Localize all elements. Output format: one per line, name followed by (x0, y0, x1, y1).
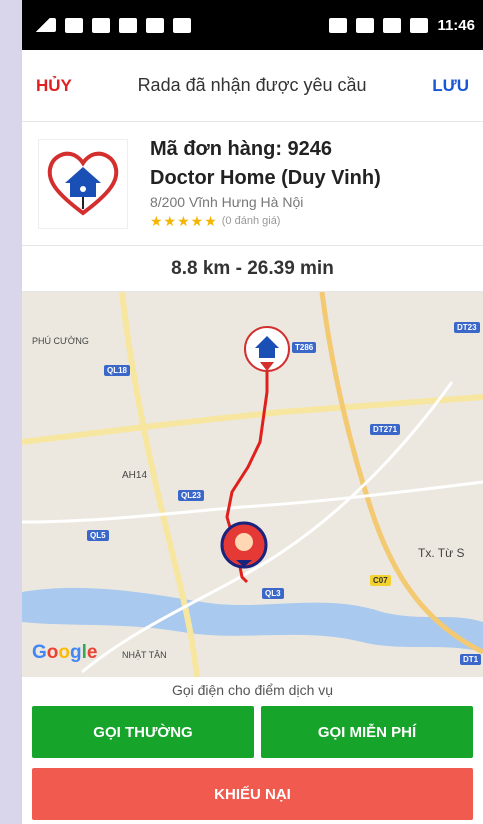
place-label: PHÚ CƯỜNG (32, 336, 89, 346)
notification-icon (65, 17, 83, 33)
star-icons: ★★★★★ (150, 212, 218, 229)
road-label-ql3: QL3 (262, 588, 284, 599)
sync-icon (356, 17, 375, 33)
road-label-ql5: QL5 (87, 530, 109, 541)
free-call-button[interactable]: GỌI MIỄN PHÍ (261, 706, 473, 758)
phone-screen: 11:46 HỦY Rada đã nhận được yêu cầu LƯU … (22, 0, 483, 824)
call-buttons: GỌI THƯỜNG GỌI MIỄN PHÍ (32, 706, 473, 760)
complaint-button[interactable]: KHIẾU NẠI (32, 768, 473, 820)
app-icon (92, 17, 110, 33)
location-icon (329, 17, 348, 33)
store-rating: ★★★★★ (0 đánh giá) (150, 213, 381, 230)
facebook-icon (119, 17, 137, 33)
map-view[interactable]: T286 DT23 QL18 DT271 QL23 QL5 QL3 C07 DT… (22, 292, 483, 677)
store-logo (38, 138, 128, 229)
normal-call-button[interactable]: GỌI THƯỜNG (32, 706, 254, 758)
heart-house-icon (47, 151, 119, 215)
road-label-t286: T286 (292, 342, 317, 353)
store-name: Doctor Home (Duy Vinh) (150, 166, 381, 189)
place-label: Tx. Từ S (418, 546, 465, 560)
user-location-marker[interactable] (220, 521, 268, 569)
road-label-dt23: DT23 (454, 322, 480, 333)
road-label-ql18: QL18 (104, 365, 131, 376)
image-icon (173, 17, 191, 33)
top-bar: HỦY Rada đã nhận được yêu cầu LƯU (22, 50, 483, 122)
road-label-ah14: AH14 (122, 470, 148, 481)
google-logo: Google (32, 642, 98, 663)
wifi-icon (383, 17, 402, 33)
road-label-ql23: QL23 (178, 490, 205, 501)
status-bar: 11:46 (22, 0, 483, 50)
rating-count: (0 đánh giá) (221, 215, 281, 227)
road-label-dt271: DT271 (370, 424, 401, 435)
road-label-c07: C07 (370, 575, 391, 586)
battery-icon (410, 17, 429, 33)
order-code: Mã đơn hàng: 9246 (150, 137, 333, 160)
destination-marker[interactable] (244, 326, 290, 372)
twitter-icon (146, 17, 164, 33)
save-button[interactable]: LƯU (432, 76, 469, 96)
signal-icon (30, 18, 56, 32)
map-canvas (22, 292, 483, 677)
cancel-button[interactable]: HỦY (36, 76, 72, 96)
clock: 11:46 (437, 16, 475, 34)
page-title: Rada đã nhận được yêu cầu (137, 75, 367, 95)
store-address: 8/200 Vĩnh Hưng Hà Nội (150, 193, 304, 210)
place-label: NHẬT TÂN (122, 650, 167, 660)
distance-time: 8.8 km - 26.39 min (22, 246, 483, 292)
order-card: Mã đơn hàng: 9246 Doctor Home (Duy Vinh)… (22, 122, 483, 246)
road-label-dt1: DT1 (460, 654, 482, 665)
call-hint: Gọi điện cho điểm dịch vụ (171, 682, 334, 698)
